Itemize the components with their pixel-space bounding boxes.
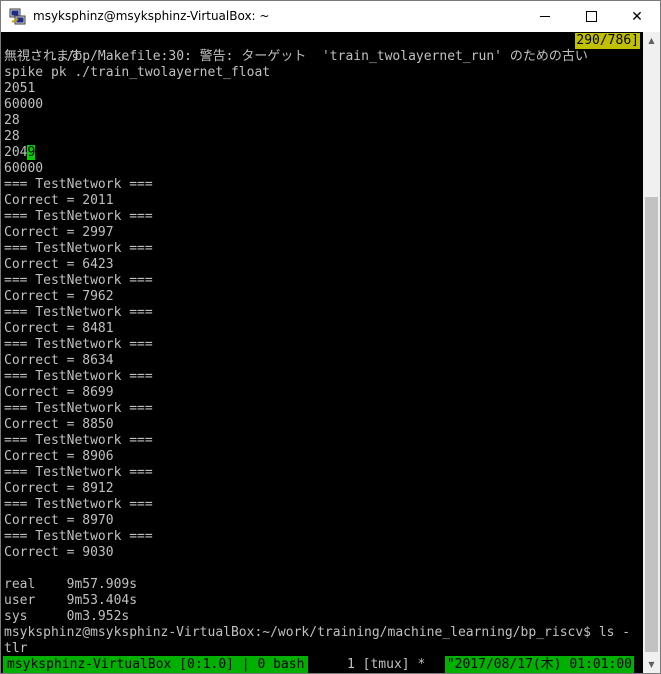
vertical-scrollbar[interactable]: ▲ ▼ (643, 32, 660, 673)
terminal-line: 2051 (4, 81, 36, 96)
terminal-line: === TestNetwork === (4, 529, 153, 544)
scroll-position-indicator: 290/786] (575, 33, 640, 49)
terminal-line: spike pk ./train_twolayernet_float (4, 65, 271, 80)
terminal-line: === TestNetwork === (4, 433, 153, 448)
terminal-line: sys 0m3.952s (4, 609, 130, 624)
terminal-line: 28 (4, 113, 20, 128)
terminal-line-text: ../bp/Makefile:30: 警告: ターゲット 'train_twol… (50, 49, 588, 64)
terminal-line: === TestNetwork === (4, 337, 153, 352)
scroll-up-arrow-icon[interactable]: ▲ (643, 32, 660, 49)
terminal-line: === TestNetwork === (4, 241, 153, 256)
terminal-line: msyksphinz@msyksphinz-VirtualBox:~/work/… (4, 625, 631, 640)
maximize-button[interactable] (568, 1, 614, 32)
terminal-line: === TestNetwork === (4, 177, 153, 192)
terminal-line: real 9m57.909s (4, 577, 138, 592)
terminal-cursor: 9 (27, 145, 36, 160)
maximize-icon (585, 11, 597, 22)
terminal-line: === TestNetwork === (4, 401, 153, 416)
scroll-down-arrow-icon[interactable]: ▼ (643, 656, 660, 673)
putty-icon (9, 8, 26, 25)
terminal-line: user 9m53.404s (4, 593, 138, 608)
terminal-line: === TestNetwork === (4, 305, 153, 320)
terminal-line: 60000 (4, 161, 44, 176)
terminal-line: Correct = 8481 (4, 321, 114, 336)
terminal-line: 無視されます (4, 49, 83, 64)
terminal-line-text: 204 (4, 145, 28, 160)
terminal-output[interactable]: ../bp/Makefile:30: 警告: ターゲット 'train_twol… (1, 32, 643, 673)
terminal-line: Correct = 8850 (4, 417, 114, 432)
window-title: msyksphinz@msyksphinz-VirtualBox: ~ (33, 9, 270, 23)
tmux-status-bar: msyksphinz-VirtualBox [0:1.0] | 0 bash 1… (1, 656, 643, 673)
terminal-line: === TestNetwork === (4, 209, 153, 224)
terminal-line: === TestNetwork === (4, 497, 153, 512)
close-button[interactable]: ✕ (614, 1, 660, 32)
terminal-line: Correct = 8970 (4, 513, 114, 528)
terminal-line: tlr (4, 641, 28, 656)
terminal-line: 2049 (4, 145, 36, 161)
terminal-line: Correct = 8699 (4, 385, 114, 400)
terminal-line: Correct = 7962 (4, 289, 114, 304)
terminal-line: === TestNetwork === (4, 273, 153, 288)
terminal-line: Correct = 8906 (4, 449, 114, 464)
title-bar[interactable]: msyksphinz@msyksphinz-VirtualBox: ~ ✕ (1, 1, 660, 32)
scrollbar-thumb[interactable] (645, 197, 658, 652)
minimize-button[interactable] (522, 1, 568, 32)
terminal-line: Correct = 2011 (4, 193, 114, 208)
terminal-line: === TestNetwork === (4, 465, 153, 480)
terminal-line: Correct = 2997 (4, 225, 114, 240)
terminal-line: 60000 (4, 97, 44, 112)
terminal-line: Correct = 8634 (4, 353, 114, 368)
close-icon: ✕ (631, 8, 643, 25)
terminal-line: Correct = 9030 (4, 545, 114, 560)
tmux-session-info: msyksphinz-VirtualBox [0:1.0] | 0 bash (3, 656, 309, 673)
terminal-window: msyksphinz@msyksphinz-VirtualBox: ~ ✕ ..… (0, 0, 661, 674)
terminal-line: 28 (4, 129, 20, 144)
terminal-line: Correct = 6423 (4, 257, 114, 272)
terminal-line: ../bp/Makefile:30: 警告: ターゲット 'train_twol… (4, 33, 640, 64)
terminal-line: Correct = 8912 (4, 481, 114, 496)
tmux-window-list[interactable]: 1 [tmux] * (347, 656, 425, 673)
minimize-icon (540, 16, 550, 17)
terminal-line: === TestNetwork === (4, 369, 153, 384)
tmux-clock: "2017/08/17(木) 01:01:00 (444, 656, 634, 673)
